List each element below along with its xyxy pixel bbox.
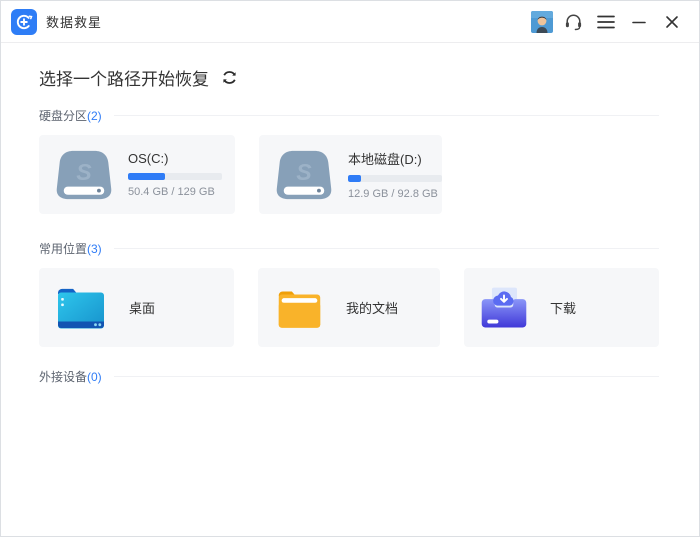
location-label: 我的文档: [345, 301, 398, 316]
section-divider: [113, 376, 659, 377]
svg-text:S: S: [296, 158, 312, 184]
usage-bar-fill: [348, 175, 362, 182]
documents-folder-icon: [278, 291, 321, 328]
location-card-desktop[interactable]: 桌面: [39, 268, 234, 347]
section-divider: [113, 248, 659, 249]
app-title: 数据救星: [46, 15, 103, 30]
drive-card-c[interactable]: S OS(C:) 50.4 GB / 129 GB: [39, 135, 235, 214]
location-card-downloads[interactable]: 下载: [464, 268, 659, 347]
app-logo-icon: [11, 8, 37, 35]
location-cards: 桌面 我的文档 下载: [39, 268, 659, 347]
page-header: 选择一个路径开始恢复: [39, 65, 659, 89]
minimize-button[interactable]: [626, 9, 652, 35]
drive-card-d[interactable]: S 本地磁盘(D:) 12.9 GB / 92.8 GB: [259, 135, 442, 214]
section-partitions: 硬盘分区 (2): [39, 107, 659, 124]
section-count: (0): [87, 369, 102, 384]
user-avatar[interactable]: [531, 10, 553, 33]
location-card-documents[interactable]: 我的文档: [257, 268, 441, 347]
drive-name: OS(C:): [128, 151, 169, 166]
usage-bar-fill: [128, 173, 165, 180]
section-count: (2): [87, 108, 102, 123]
section-label: 外接设备: [39, 370, 88, 384]
page-title: 选择一个路径开始恢复: [39, 69, 209, 89]
refresh-icon[interactable]: [221, 68, 239, 86]
menu-icon[interactable]: [593, 9, 619, 35]
location-label: 桌面: [129, 301, 156, 316]
section-divider: [113, 115, 659, 116]
titlebar: 数据救星: [1, 1, 699, 43]
svg-text:S: S: [76, 158, 92, 184]
titlebar-controls: [531, 9, 685, 35]
section-locations: 常用位置 (3): [39, 240, 659, 257]
downloads-tray-icon: [481, 287, 527, 327]
drive-usage: 12.9 GB / 92.8 GB: [348, 188, 438, 200]
desktop-folder-icon: [58, 288, 104, 328]
hard-drive-icon: S: [276, 150, 332, 199]
section-label: 硬盘分区: [39, 109, 88, 123]
app-window: 数据救星 选择一个路径开始恢复 硬盘分区 (2) S OS(C:) 50.4 G…: [0, 0, 700, 537]
drive-name: 本地磁盘(D:): [348, 152, 422, 167]
hard-drive-icon: S: [56, 150, 112, 199]
section-label: 常用位置: [39, 242, 88, 256]
usage-bar-track: [128, 173, 222, 180]
partition-cards: S OS(C:) 50.4 GB / 129 GB S 本地磁盘(D:) 12.…: [39, 135, 659, 214]
location-label: 下载: [550, 301, 577, 316]
section-count: (3): [87, 241, 102, 256]
drive-info: OS(C:) 50.4 GB / 129 GB: [128, 151, 222, 198]
drive-info: 本地磁盘(D:) 12.9 GB / 92.8 GB: [348, 149, 442, 200]
main-content: 选择一个路径开始恢复 硬盘分区 (2) S OS(C:) 50.4 GB / 1…: [1, 43, 699, 385]
close-button[interactable]: [659, 9, 685, 35]
usage-bar-track: [348, 175, 442, 182]
section-external: 外接设备 (0): [39, 368, 659, 385]
drive-usage: 50.4 GB / 129 GB: [128, 186, 215, 198]
support-headset-icon[interactable]: [560, 9, 586, 35]
